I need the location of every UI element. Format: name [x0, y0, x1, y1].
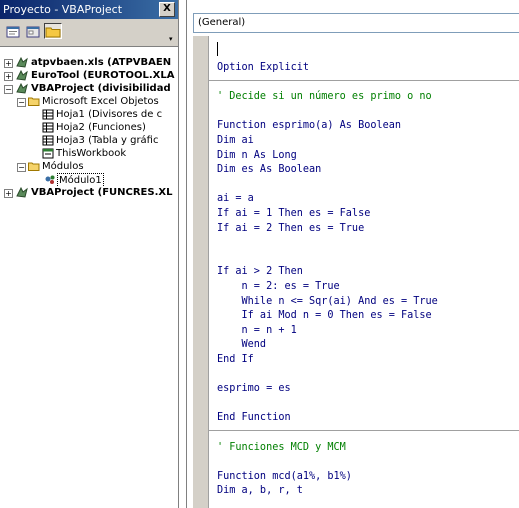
- tree-node-label: Hoja1 (Divisores de c: [56, 109, 163, 120]
- code-line[interactable]: Dim ai: [217, 135, 254, 146]
- project-explorer-toolbar: ▾: [0, 19, 178, 47]
- project-tree: + atpvbaen.xls (ATPVBAEN + EuroTool (EUR…: [0, 50, 178, 508]
- tree-node-label: Microsoft Excel Objetos: [42, 96, 159, 107]
- vba-project-icon: [16, 187, 28, 198]
- toolbar-overflow-icon[interactable]: ▾: [169, 35, 175, 43]
- tree-node-atpvbaen[interactable]: + atpvbaen.xls (ATPVBAEN: [0, 56, 179, 69]
- collapse-icon[interactable]: −: [17, 98, 26, 107]
- vba-project-icon: [16, 57, 28, 68]
- code-line[interactable]: If ai = 2 Then es = True: [217, 223, 364, 234]
- collapse-icon[interactable]: −: [4, 85, 13, 94]
- folder-open-icon: [28, 162, 40, 171]
- procedure-separator: [209, 430, 519, 431]
- code-line[interactable]: Dim es As Boolean: [217, 164, 321, 175]
- collapse-icon[interactable]: −: [17, 163, 26, 172]
- view-code-button[interactable]: [4, 23, 22, 39]
- code-line[interactable]: Wend: [217, 339, 267, 350]
- module-icon: [45, 175, 55, 184]
- expand-icon[interactable]: +: [4, 189, 13, 198]
- code-line[interactable]: esprimo = es: [217, 383, 291, 394]
- margin-indicator-bar[interactable]: [193, 36, 209, 508]
- tree-node-hoja1[interactable]: Hoja1 (Divisores de c: [0, 108, 179, 121]
- tree-node-modulo1[interactable]: Módulo1: [0, 173, 179, 186]
- sheet-icon: [42, 135, 54, 146]
- tree-node-vbaproject-divisibilidad[interactable]: − VBAProject (divisibilidad: [0, 82, 179, 95]
- tree-node-vbaproject-funcres[interactable]: + VBAProject (FUNCRES.XL: [0, 186, 179, 199]
- code-editor[interactable]: Option Explicit ' Decide si un número es …: [209, 36, 519, 508]
- code-view-icon: [6, 26, 20, 38]
- code-line[interactable]: n = n + 1: [217, 325, 297, 336]
- object-combo[interactable]: (General): [193, 13, 519, 33]
- code-line[interactable]: Function mcd(a1%, b1%): [217, 471, 352, 482]
- tree-node-label: ThisWorkbook: [56, 148, 127, 159]
- tree-node-label: atpvbaen.xls (ATPVBAEN: [31, 57, 172, 68]
- close-button[interactable]: X: [159, 2, 175, 17]
- code-line[interactable]: ' Funciones MCD y MCM: [217, 442, 346, 453]
- expand-icon[interactable]: +: [4, 59, 13, 68]
- code-line[interactable]: End Function: [217, 412, 291, 423]
- code-line[interactable]: If ai = 1 Then es = False: [217, 208, 370, 219]
- tree-node-label: Hoja2 (Funciones): [56, 122, 146, 133]
- toggle-folders-button[interactable]: [44, 23, 62, 39]
- tree-node-modulos[interactable]: − Módulos: [0, 160, 179, 173]
- expand-icon[interactable]: +: [4, 72, 13, 81]
- text-cursor: [217, 42, 218, 56]
- tree-node-excel-objects[interactable]: − Microsoft Excel Objetos: [0, 95, 179, 108]
- code-line[interactable]: Option Explicit: [217, 62, 309, 73]
- code-line[interactable]: If ai > 2 Then: [217, 266, 303, 277]
- tree-node-label: Hoja3 (Tabla y gráfic: [56, 135, 159, 146]
- code-line[interactable]: End If: [217, 354, 254, 365]
- code-line[interactable]: Dim a, b, r, t: [217, 485, 303, 496]
- folder-open-icon: [28, 97, 40, 106]
- sheet-icon: [42, 122, 54, 133]
- procedure-separator: [209, 79, 519, 81]
- workbook-icon: [42, 148, 54, 159]
- code-window: (General) Option Explicit ' Decide si un …: [186, 0, 519, 508]
- tree-node-label: EuroTool (EUROTOOL.XLA: [31, 70, 175, 81]
- tree-node-hoja3[interactable]: Hoja3 (Tabla y gráfic: [0, 134, 179, 147]
- code-line[interactable]: ai = a: [217, 193, 254, 204]
- tree-node-label: VBAProject (divisibilidad: [31, 83, 171, 94]
- vba-project-icon: [16, 70, 28, 81]
- code-line[interactable]: While n <= Sqr(ai) And es = True: [217, 296, 438, 307]
- tree-node-label: VBAProject (FUNCRES.XL: [31, 187, 173, 198]
- project-explorer: Proyecto - VBAProject X ▾ + atpvbaen.xls…: [0, 0, 179, 508]
- code-line[interactable]: Function esprimo(a) As Boolean: [217, 120, 401, 131]
- folder-icon: [45, 27, 61, 38]
- form-view-icon: [26, 26, 40, 38]
- tree-node-label: Módulo1: [57, 173, 104, 186]
- tree-node-label: Módulos: [42, 161, 84, 172]
- tree-node-hoja2[interactable]: Hoja2 (Funciones): [0, 121, 179, 134]
- project-explorer-title: Proyecto - VBAProject: [3, 3, 123, 16]
- code-line[interactable]: Dim n As Long: [217, 150, 297, 161]
- tree-node-thisworkbook[interactable]: ThisWorkbook: [0, 147, 179, 160]
- view-object-button[interactable]: [24, 23, 42, 39]
- code-line[interactable]: ' Decide si un número es primo o no: [217, 91, 432, 102]
- project-explorer-title-bar: Proyecto - VBAProject X: [0, 0, 178, 19]
- vba-project-icon: [16, 83, 28, 94]
- code-line[interactable]: If ai Mod n = 0 Then es = False: [217, 310, 432, 321]
- sheet-icon: [42, 109, 54, 120]
- code-line[interactable]: n = 2: es = True: [217, 281, 340, 292]
- tree-node-eurotool[interactable]: + EuroTool (EUROTOOL.XLA: [0, 69, 179, 82]
